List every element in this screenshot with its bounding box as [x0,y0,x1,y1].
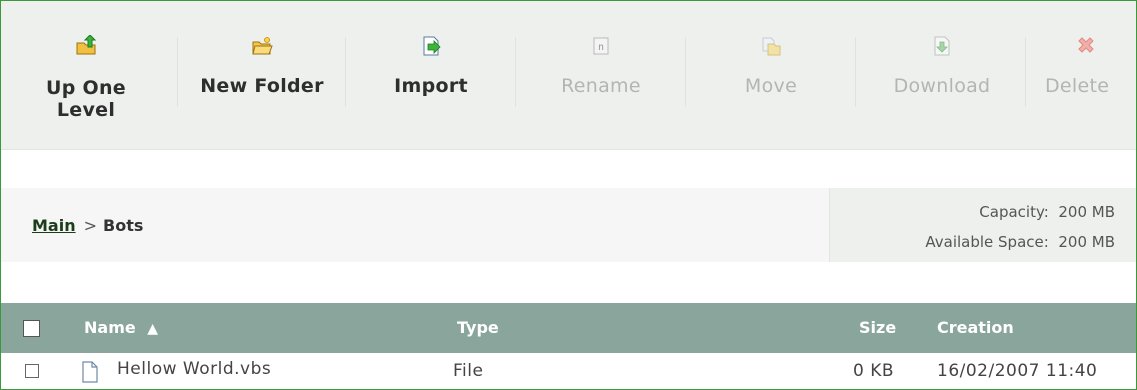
move-button[interactable]: Move [689,1,853,149]
toolbar-divider [515,37,516,107]
up-one-level-label-line1: Up One [45,77,126,99]
available-space-label: Available Space: [925,233,1049,251]
select-all-checkbox[interactable] [23,320,40,337]
new-folder-icon [252,37,273,55]
breadcrumb: Main > Bots [32,216,143,236]
new-folder-label: New Folder [200,75,324,97]
file-manager-window: Up One Level New Folder Import n Rename … [0,0,1137,390]
delete-button[interactable]: Delete [1031,1,1136,149]
sort-ascending-icon: ▲ [147,321,159,337]
capacity-value: 200 MB [1058,203,1115,221]
toolbar-divider [685,37,686,107]
toolbar-divider [345,37,346,107]
column-header-type[interactable]: Type [457,318,499,338]
column-header-name[interactable]: Name ▲ [84,318,158,339]
toolbar-divider [1025,37,1026,107]
up-one-level-button[interactable]: Up One Level [31,1,141,149]
import-label: Import [394,75,468,97]
new-folder-button[interactable]: New Folder [181,1,343,149]
rename-label: Rename [561,75,641,97]
capacity-line: Capacity: 200 MB [979,203,1115,221]
capacity-panel: Capacity: 200 MB Available Space: 200 MB [829,188,1136,262]
file-icon [82,361,98,383]
download-icon [934,36,950,56]
delete-icon [1078,37,1094,53]
up-one-level-label-line2: Level [56,99,116,121]
import-icon [423,36,441,56]
move-icon [762,37,781,56]
column-header-size[interactable]: Size [859,318,896,338]
toolbar: Up One Level New Folder Import n Rename … [1,1,1136,150]
breadcrumb-separator: > [83,216,97,235]
download-button[interactable]: Download [861,1,1023,149]
file-table-header: Name ▲ Type Size Creation [1,303,1136,353]
download-label: Download [893,75,991,97]
available-space-line: Available Space: 200 MB [925,233,1115,251]
move-label: Move [744,75,798,97]
file-size: 0 KB [853,361,895,381]
toolbar-divider [177,37,178,107]
row-checkbox[interactable] [25,364,39,378]
delete-label: Delete [1045,75,1110,97]
column-header-name-label: Name [84,318,136,337]
file-name-link[interactable]: Hellow World.vbs [117,359,271,379]
up-folder-icon [76,35,97,55]
file-creation-date: 16/02/2007 11:40 [937,361,1098,381]
capacity-label: Capacity: [979,203,1049,221]
column-header-creation[interactable]: Creation [937,318,1014,338]
rename-button[interactable]: n Rename [519,1,683,149]
path-bar: Main > Bots Capacity: 200 MB Available Spa… [1,188,1136,262]
breadcrumb-root-link[interactable]: Main [32,216,76,235]
file-type: File [453,361,484,381]
toolbar-divider [855,37,856,107]
rename-icon: n [593,37,609,55]
import-button[interactable]: Import [351,1,511,149]
svg-text:n: n [598,42,604,53]
available-space-value: 200 MB [1058,233,1115,251]
breadcrumb-current: Bots [103,216,144,235]
table-row[interactable]: Hellow World.vbs File 0 KB 16/02/2007 11… [1,353,1136,389]
